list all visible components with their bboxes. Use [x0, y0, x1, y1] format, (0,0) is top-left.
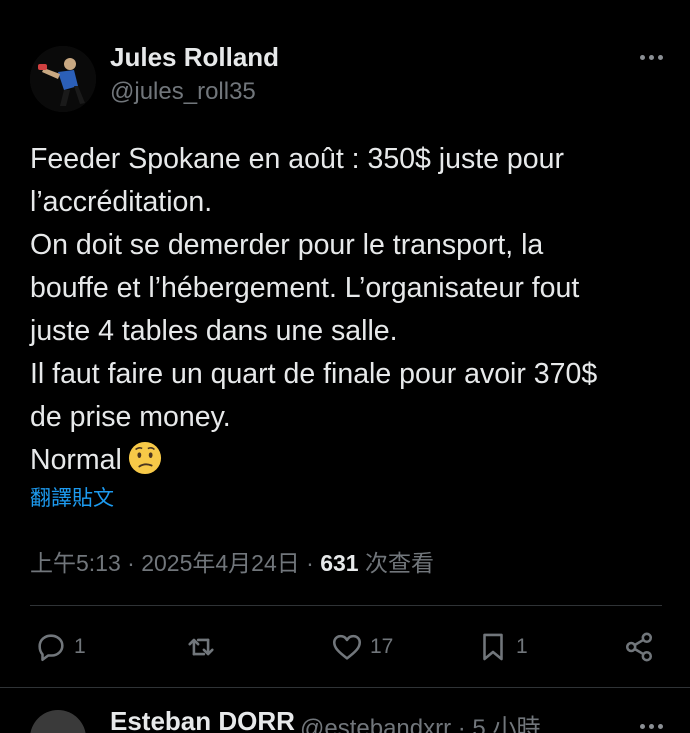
tweet-line: de prise money.: [30, 401, 231, 433]
reply-count: 1: [74, 635, 86, 658]
retweet-icon: [188, 638, 214, 656]
tweet-line-last: Normal: [30, 439, 670, 482]
like-count: 17: [370, 635, 394, 658]
bookmark-count: 1: [516, 635, 528, 658]
tweet-line: Normal: [30, 444, 122, 476]
more-dot: [648, 54, 654, 60]
retweet-button[interactable]: [184, 624, 224, 670]
views-label: 次查看: [358, 550, 434, 576]
next-author-avatar[interactable]: [30, 710, 86, 733]
avatar-image: [30, 46, 96, 112]
confused-face-icon: [128, 441, 161, 475]
views-count: 631: [320, 550, 359, 576]
tweet-line: On doit se demerder pour le transport, l…: [30, 229, 544, 261]
tweet-meta: 上午5:13 · 2025年4月24日 · 631 次查看: [30, 544, 434, 578]
action-bar: 1 17 1: [30, 624, 662, 670]
tweet-line: Il faut faire un quart de finale pour av…: [30, 358, 598, 390]
next-author-handle[interactable]: @estebandxrr · 5 小時: [300, 708, 540, 733]
next-author-name[interactable]: Esteban DORR: [110, 706, 295, 733]
more-dot: [639, 723, 645, 729]
heart-icon: [332, 634, 362, 660]
share-icon: [625, 632, 653, 662]
bookmark-icon: [483, 633, 503, 661]
reply-icon: [38, 634, 64, 662]
author-handle[interactable]: @jules_roll35: [110, 78, 256, 106]
more-options-icon[interactable]: [634, 716, 668, 733]
tweet-line: l’accréditation.: [30, 186, 213, 218]
next-tweet-card[interactable]: Esteban DORR @estebandxrr · 5 小時: [0, 688, 690, 733]
author-name[interactable]: Jules Rolland: [110, 42, 279, 73]
divider: [30, 605, 662, 606]
tweet-line: bouffe et l’hébergement. L’organisateur …: [30, 272, 580, 304]
tweet-line: Feeder Spokane en août : 350$ juste pour: [30, 143, 564, 175]
tweet-line: juste 4 tables dans une salle.: [30, 315, 398, 347]
translate-post-link[interactable]: 翻譯貼文: [30, 482, 114, 512]
more-dot: [657, 723, 663, 729]
author-avatar[interactable]: [30, 46, 96, 112]
more-dot: [639, 54, 645, 60]
reply-button[interactable]: 1: [34, 624, 86, 670]
share-button[interactable]: [622, 624, 656, 670]
like-button[interactable]: 17: [330, 624, 393, 670]
more-dot: [657, 54, 663, 60]
more-options-icon[interactable]: [634, 44, 668, 70]
tweet-text: Feeder Spokane en août : 350$ juste pour…: [30, 138, 670, 482]
bookmark-button[interactable]: 1: [476, 624, 528, 670]
more-dot: [648, 723, 654, 729]
timestamp[interactable]: 上午5:13 · 2025年4月24日 ·: [30, 550, 320, 576]
tweet-card: Jules Rolland @jules_roll35 Feeder Spoka…: [0, 0, 690, 690]
